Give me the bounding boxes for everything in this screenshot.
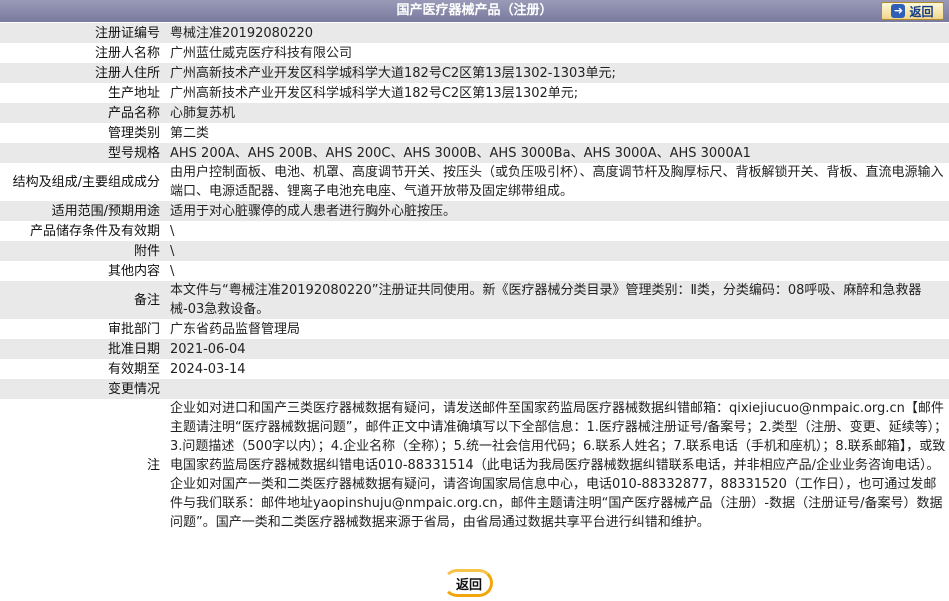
- field-label: 审批部门: [0, 319, 166, 339]
- table-row: 型号规格 AHS 200A、AHS 200B、AHS 200C、AHS 3000…: [0, 143, 949, 163]
- field-value: 心肺复苏机: [166, 103, 949, 123]
- field-value: \: [166, 241, 949, 261]
- registration-details-table: 注册证编号 粤械注准20192080220 注册人名称 广州蓝仕威克医疗科技有限…: [0, 23, 949, 532]
- table-row: 备注 本文件与“粤械注准20192080220”注册证共同使用。新《医疗器械分类…: [0, 281, 949, 319]
- table-row: 适用范围/预期用途 适用于对心脏骤停的成人患者进行胸外心脏按压。: [0, 201, 949, 221]
- table-row: 结构及组成/主要组成成分 由用户控制面板、电池、机罩、高度调节开关、按压头（或负…: [0, 163, 949, 201]
- table-row: 批准日期 2021-06-04: [0, 339, 949, 359]
- table-row: 注册人住所 广州高新技术产业开发区科学城科学大道182号C2区第13层1302-…: [0, 63, 949, 83]
- field-label: 注册人住所: [0, 63, 166, 83]
- field-label: 注册证编号: [0, 23, 166, 43]
- field-value: 2024-03-14: [166, 359, 949, 379]
- table-row: 管理类别 第二类: [0, 123, 949, 143]
- back-button-bottom-label: 返回: [455, 577, 482, 593]
- field-value: 第二类: [166, 123, 949, 143]
- field-value: 由用户控制面板、电池、机罩、高度调节开关、按压头（或负压吸引杯）、高度调节杆及胸…: [166, 163, 949, 201]
- notice-text: 企业如对进口和国产三类医疗器械数据有疑问，请发送邮件至国家药监局医疗器械数据纠错…: [166, 399, 949, 532]
- field-value: 广州高新技术产业开发区科学城科学大道182号C2区第13层1302单元;: [166, 83, 949, 103]
- table-row: 有效期至 2024-03-14: [0, 359, 949, 379]
- table-row: 附件 \: [0, 241, 949, 261]
- back-button-label: 返回: [909, 4, 934, 19]
- field-value: AHS 200A、AHS 200B、AHS 200C、AHS 3000B、AHS…: [166, 143, 949, 163]
- page-title: 国产医疗器械产品（注册）: [396, 3, 553, 18]
- notice-label: 注: [0, 399, 166, 532]
- field-label: 型号规格: [0, 143, 166, 163]
- table-row: 产品储存条件及有效期 \: [0, 221, 949, 241]
- back-arrow-icon: ➜: [891, 4, 906, 18]
- field-label: 备注: [0, 281, 166, 319]
- field-label: 产品名称: [0, 103, 166, 123]
- header-bar: 国产医疗器械产品（注册） ➜ 返回: [0, 0, 949, 22]
- field-value: 广州蓝仕威克医疗科技有限公司: [166, 43, 949, 63]
- field-value: 本文件与“粤械注准20192080220”注册证共同使用。新《医疗器械分类目录》…: [166, 281, 949, 319]
- field-value: 广州高新技术产业开发区科学城科学大道182号C2区第13层1302-1303单元…: [166, 63, 949, 83]
- field-label: 其他内容: [0, 261, 166, 281]
- field-value: \: [166, 221, 949, 241]
- field-value: 2021-06-04: [166, 339, 949, 359]
- table-row: 审批部门 广东省药品监督管理局: [0, 319, 949, 339]
- table-row: 生产地址 广州高新技术产业开发区科学城科学大道182号C2区第13层1302单元…: [0, 83, 949, 103]
- field-label: 管理类别: [0, 123, 166, 143]
- table-row: 其他内容 \: [0, 261, 949, 281]
- field-label: 产品储存条件及有效期: [0, 221, 166, 241]
- back-button-top[interactable]: ➜ 返回: [881, 2, 944, 20]
- field-label: 结构及组成/主要组成成分: [0, 163, 166, 201]
- table-row: 注册证编号 粤械注准20192080220: [0, 23, 949, 43]
- field-label: 生产地址: [0, 83, 166, 103]
- back-button-bottom[interactable]: 返回: [443, 569, 495, 597]
- field-label: 附件: [0, 241, 166, 261]
- field-value: 粤械注准20192080220: [166, 23, 949, 43]
- field-value: [166, 379, 949, 399]
- notice-row: 注 企业如对进口和国产三类医疗器械数据有疑问，请发送邮件至国家药监局医疗器械数据…: [0, 399, 949, 532]
- table-row: 注册人名称 广州蓝仕威克医疗科技有限公司: [0, 43, 949, 63]
- table-row: 变更情况: [0, 379, 949, 399]
- field-value: \: [166, 261, 949, 281]
- field-label: 注册人名称: [0, 43, 166, 63]
- field-label: 有效期至: [0, 359, 166, 379]
- field-label: 适用范围/预期用途: [0, 201, 166, 221]
- field-value: 广东省药品监督管理局: [166, 319, 949, 339]
- table-row: 产品名称 心肺复苏机: [0, 103, 949, 123]
- field-label: 变更情况: [0, 379, 166, 399]
- field-label: 批准日期: [0, 339, 166, 359]
- field-value: 适用于对心脏骤停的成人患者进行胸外心脏按压。: [166, 201, 949, 221]
